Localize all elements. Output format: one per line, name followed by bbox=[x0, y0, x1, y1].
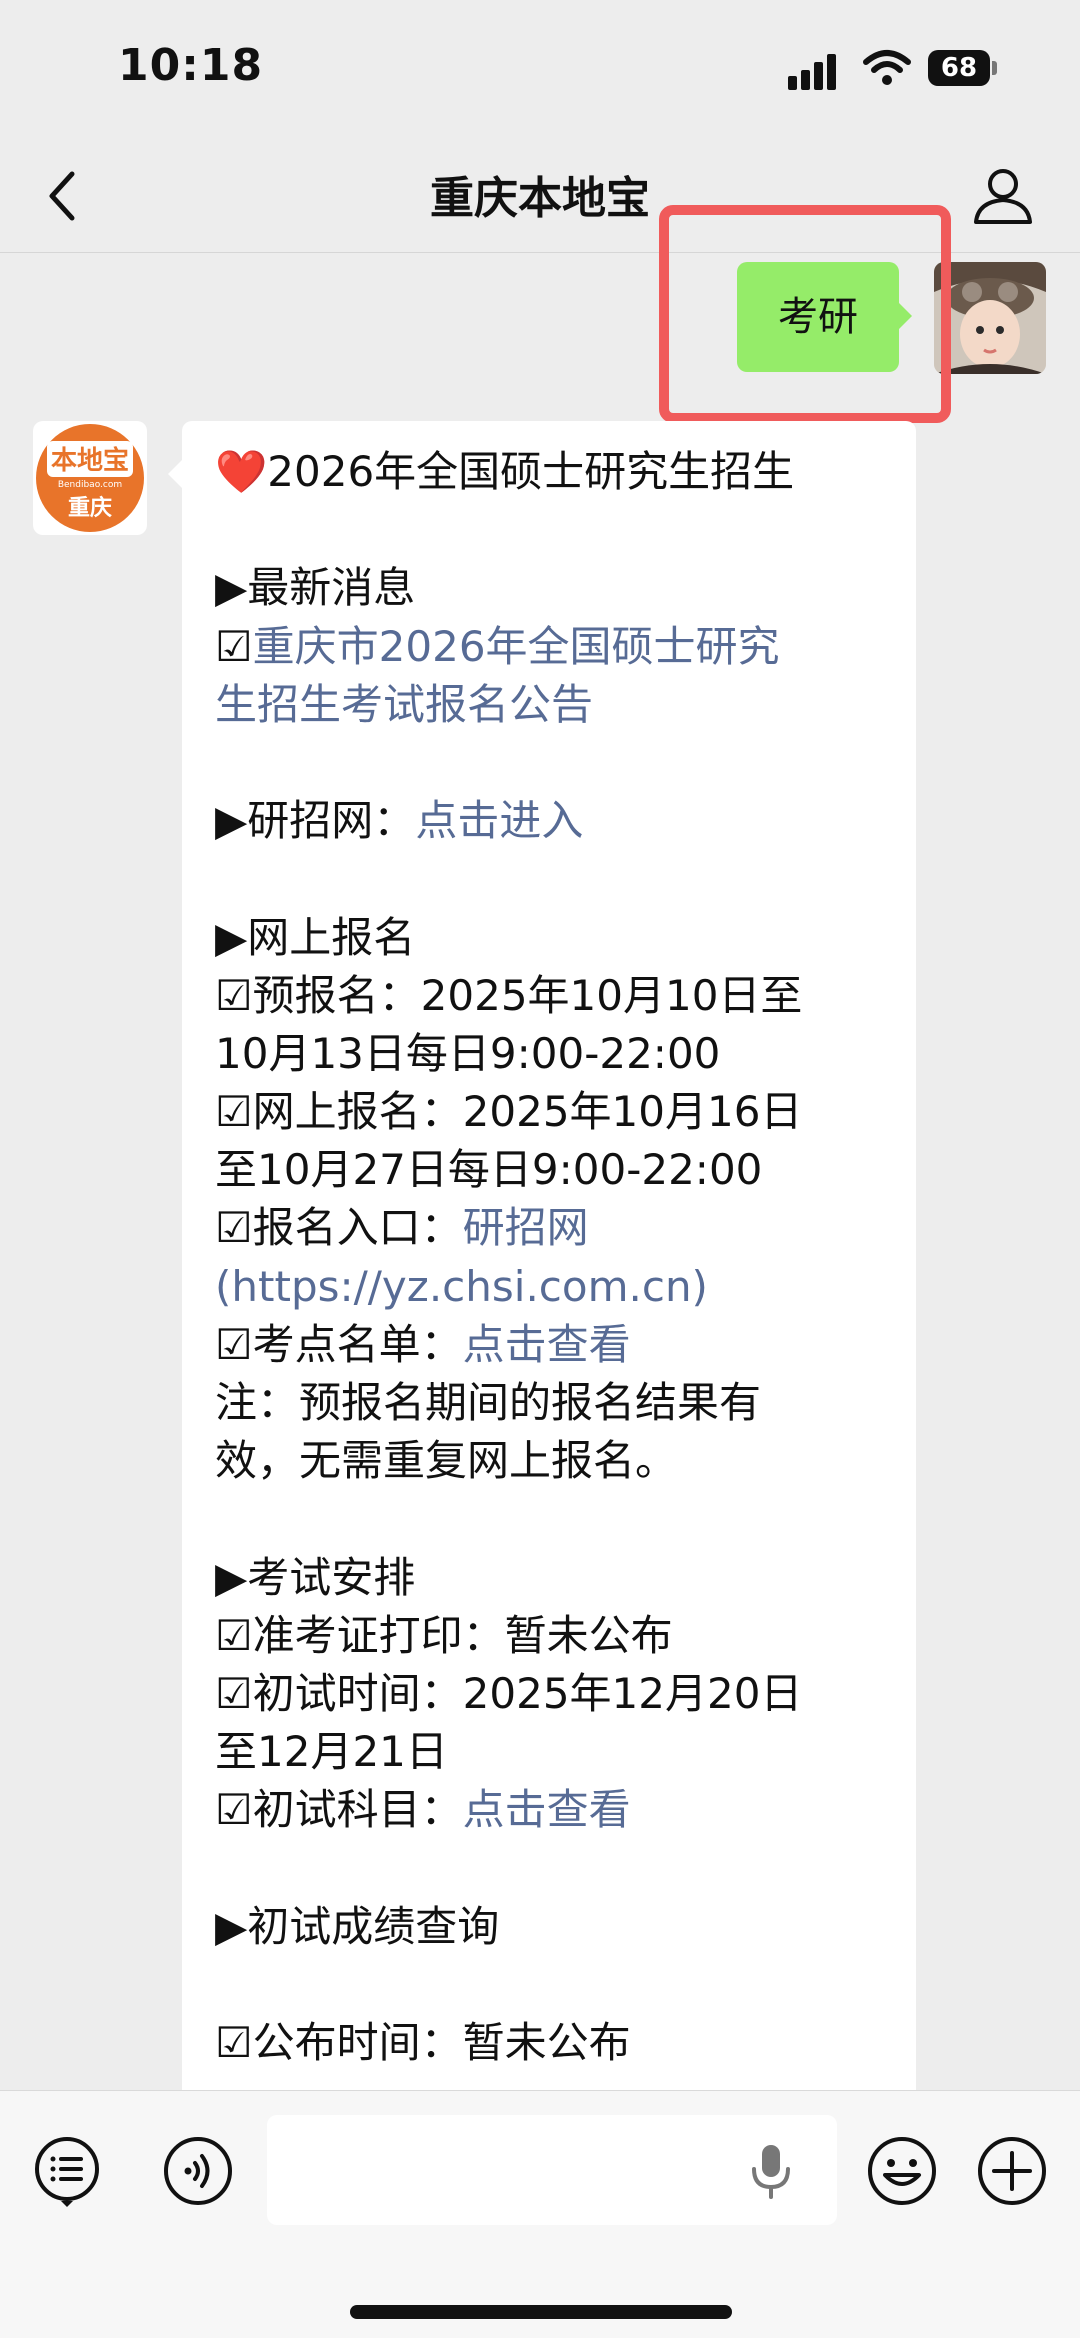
online-registration-time: 至10月27日每日9:00-22:00 bbox=[215, 1145, 763, 1195]
entry-link[interactable]: 研招网 bbox=[463, 1203, 589, 1252]
announcement-link[interactable]: 重庆市2026年全国硕士研究 bbox=[253, 622, 780, 671]
profile-icon[interactable] bbox=[970, 162, 1036, 228]
highlight-annotation bbox=[659, 205, 951, 423]
logo-text-main: 本地宝 bbox=[51, 445, 129, 476]
entry-label: ☑报名入口： bbox=[215, 1203, 463, 1253]
logo-text-site: Bendibao.com bbox=[58, 480, 122, 490]
logo-text-city: 重庆 bbox=[68, 495, 112, 521]
microphone-icon[interactable] bbox=[747, 2141, 795, 2201]
note-line-cont: 效，无需重复网上报名。 bbox=[215, 1436, 678, 1486]
input-bar bbox=[0, 2090, 1080, 2338]
pre-registration-line: ☑预报名：2025年10月10日至 bbox=[215, 970, 803, 1020]
home-indicator[interactable] bbox=[350, 2305, 732, 2319]
section-score-query: ▶初试成绩查询 bbox=[215, 1901, 500, 1951]
test-sites-label: ☑考点名单： bbox=[215, 1319, 463, 1369]
message-input[interactable] bbox=[267, 2115, 837, 2225]
exam-time-line: ☑初试时间：2025年12月20日 bbox=[215, 1668, 803, 1718]
menu-list-icon[interactable] bbox=[31, 2135, 103, 2207]
status-bar: 10:18 68 bbox=[0, 0, 1080, 140]
section-latest-news: ▶最新消息 bbox=[215, 563, 416, 613]
online-registration-line: ☑网上报名：2025年10月16日 bbox=[215, 1087, 803, 1137]
admission-ticket-line: ☑准考证打印：暂未公布 bbox=[215, 1610, 673, 1660]
pre-registration-time: 10月13日每日9:00-22:00 bbox=[215, 1028, 721, 1078]
battery-icon: 68 bbox=[928, 50, 998, 90]
entry-url-link[interactable]: (https://yz.chsi.com.cn) bbox=[215, 1258, 905, 1316]
message-title: ❤️2026年全国硕士研究生招生 bbox=[215, 447, 795, 496]
emoji-icon[interactable] bbox=[866, 2135, 938, 2207]
checkbox-icon: ☑ bbox=[215, 621, 253, 671]
official-account-avatar[interactable]: 本地宝 Bendibao.com 重庆 bbox=[33, 421, 147, 535]
message-content: ❤️2026年全国硕士研究生招生 ▶最新消息 ☑重庆市2026年全国硕士研究 生… bbox=[215, 443, 905, 2072]
note-line: 注：预报名期间的报名结果有 bbox=[215, 1378, 762, 1427]
yanzhao-enter-link[interactable]: 点击进入 bbox=[415, 796, 583, 845]
wifi-icon bbox=[863, 50, 911, 85]
bendibao-logo: 本地宝 Bendibao.com 重庆 bbox=[36, 424, 144, 532]
subjects-link[interactable]: 点击查看 bbox=[463, 1785, 631, 1834]
section-online-registration: ▶网上报名 bbox=[215, 912, 416, 962]
battery-level: 68 bbox=[940, 53, 978, 83]
received-bubble-tail bbox=[168, 460, 182, 488]
publish-time-line: ☑公布时间：暂未公布 bbox=[215, 2018, 631, 2068]
exam-time-cont: 至12月21日 bbox=[215, 1727, 448, 1777]
status-time: 10:18 bbox=[118, 40, 264, 91]
yanzhao-label: ▶研招网： bbox=[215, 796, 416, 846]
add-icon[interactable] bbox=[976, 2135, 1048, 2207]
heart-icon: ❤️ bbox=[215, 447, 268, 496]
section-exam-schedule: ▶考试安排 bbox=[215, 1552, 416, 1602]
subjects-label: ☑初试科目： bbox=[215, 1785, 463, 1835]
cellular-signal-icon bbox=[788, 52, 842, 90]
announcement-link-cont[interactable]: 生招生考试报名公告 bbox=[215, 676, 905, 734]
voice-input-icon[interactable] bbox=[162, 2135, 234, 2207]
test-sites-link[interactable]: 点击查看 bbox=[463, 1320, 631, 1369]
